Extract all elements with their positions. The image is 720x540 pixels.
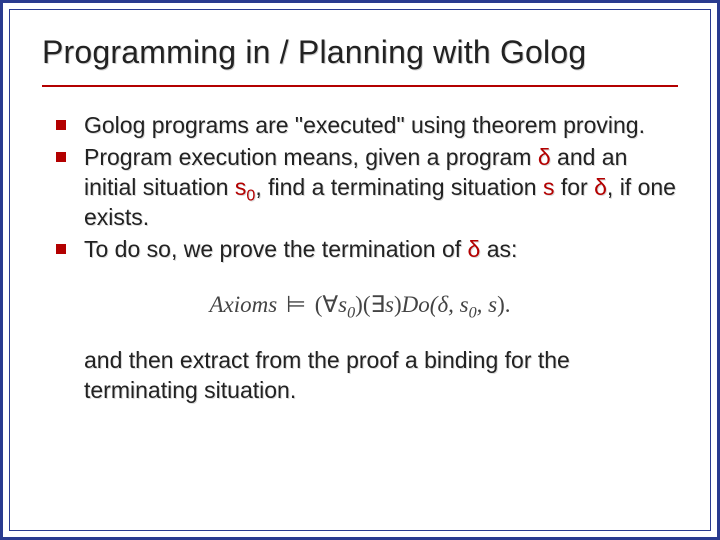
formula-block: Axioms ⊨ (∀s0)(∃s)Do(δ, s0, s).	[42, 292, 678, 318]
f-s0sub: 0	[347, 305, 355, 322]
slide-frame: Programming in / Planning with Golog Gol…	[0, 0, 720, 540]
bullet-1: Golog programs are "executed" using theo…	[56, 111, 678, 141]
f-s: s	[385, 292, 394, 317]
b2-var4: δ	[594, 174, 607, 200]
f-delta: δ	[437, 292, 448, 317]
b3-pre: To do so, we prove the termination of	[84, 236, 468, 262]
f-arg2: s	[460, 292, 469, 317]
f-close3: ).	[497, 292, 510, 317]
b2-var2-base: s	[235, 174, 247, 200]
b2-mid3: for	[554, 174, 594, 200]
b2-mid2: , find a terminating situation	[255, 174, 543, 200]
bullet-list: Golog programs are "executed" using theo…	[42, 111, 678, 264]
f-arg3: s	[488, 292, 497, 317]
b3-var1: δ	[468, 236, 481, 262]
bullet-3: To do so, we prove the termination of δ …	[56, 235, 678, 265]
slide-content: Golog programs are "executed" using theo…	[42, 111, 678, 406]
f-do: Do(	[402, 292, 438, 317]
f-forall: (∀	[315, 292, 338, 317]
bullet-1-text: Golog programs are "executed" using theo…	[84, 112, 645, 138]
slide-inner: Programming in / Planning with Golog Gol…	[9, 9, 711, 531]
b2-var2: s0	[235, 174, 255, 200]
f-models: ⊨	[283, 292, 309, 317]
f-s0: s	[338, 292, 347, 317]
slide-title: Programming in / Planning with Golog	[42, 34, 678, 87]
formula: Axioms ⊨ (∀s0)(∃s)Do(δ, s0, s).	[209, 292, 510, 317]
f-axioms: Axioms	[209, 292, 277, 317]
bullet-2: Program execution means, given a program…	[56, 143, 678, 233]
f-c1: ,	[448, 292, 460, 317]
f-arg2sub: 0	[469, 305, 477, 322]
b2-var1: δ	[538, 144, 551, 170]
f-c2: ,	[477, 292, 489, 317]
f-close1: )	[355, 292, 363, 317]
f-exists: (∃	[363, 292, 385, 317]
f-close2: )	[394, 292, 402, 317]
followup-text: and then extract from the proof a bindin…	[42, 346, 678, 406]
b2-var2-sub: 0	[246, 186, 255, 204]
b3-mid1: as:	[480, 236, 517, 262]
b2-pre: Program execution means, given a program	[84, 144, 538, 170]
b2-var3: s	[543, 174, 555, 200]
